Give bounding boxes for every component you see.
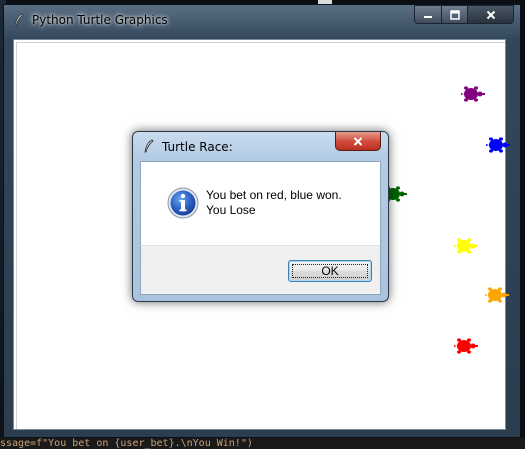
window-titlebar[interactable]: Python Turtle Graphics: [4, 5, 520, 33]
minimize-button[interactable]: [414, 5, 441, 24]
close-button[interactable]: [467, 5, 514, 24]
feather-icon: [144, 139, 154, 153]
dialog-title: Turtle Race:: [162, 140, 233, 154]
dialog-message: You bet on red, blue won. You Lose: [206, 188, 342, 217]
turtle-blue: [486, 137, 510, 153]
turtle-orange: [485, 287, 509, 303]
turtle-red: [454, 338, 478, 354]
window-title: Python Turtle Graphics: [32, 13, 168, 27]
dialog-footer: OK: [140, 245, 381, 295]
minimize-icon: [424, 15, 432, 18]
dialog-body: You bet on red, blue won. You Lose: [140, 161, 381, 245]
info-icon: [167, 187, 199, 219]
maximize-icon: [449, 9, 460, 20]
turtle-race-dialog: Turtle Race: You bet on red, blue won. Y…: [132, 131, 389, 302]
background-code-line: ssage=f"You bet on {user_bet}.\nYou Win!…: [0, 438, 525, 449]
dialog-close-button[interactable]: [335, 132, 381, 151]
ok-button[interactable]: OK: [288, 260, 372, 282]
turtle-yellow: [454, 238, 478, 254]
feather-icon: [14, 13, 24, 27]
close-icon: [486, 10, 495, 19]
window-controls: [414, 5, 514, 24]
turtle-purple: [461, 86, 485, 102]
maximize-button[interactable]: [441, 5, 467, 24]
ok-button-label: OK: [321, 264, 339, 278]
close-icon: [353, 136, 363, 146]
